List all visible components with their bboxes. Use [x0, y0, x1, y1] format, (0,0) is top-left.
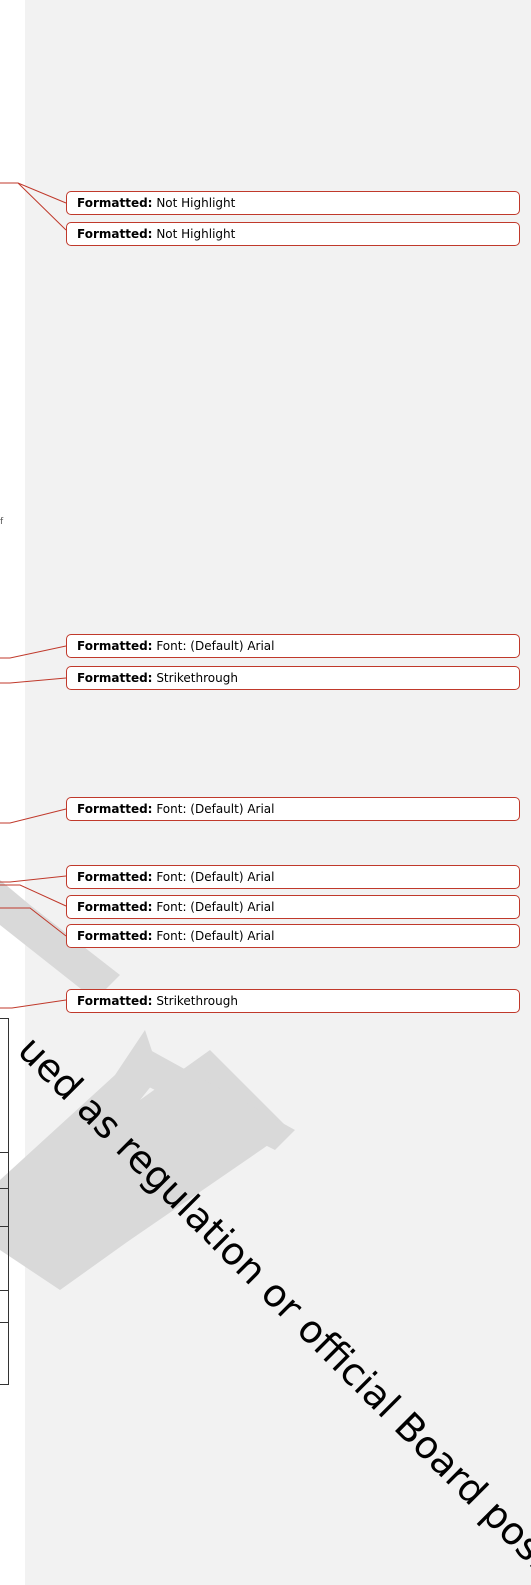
balloon-value: Not Highlight — [156, 227, 236, 241]
formatting-balloon[interactable]: Formatted: Font: (Default) Arial — [66, 865, 520, 889]
formatting-balloon[interactable]: Formatted: Strikethrough — [66, 989, 520, 1013]
formatting-balloon[interactable]: Formatted: Font: (Default) Arial — [66, 924, 520, 948]
table-row-line — [0, 1188, 9, 1189]
formatting-balloon[interactable]: Formatted: Font: (Default) Arial — [66, 634, 520, 658]
formatting-balloon[interactable]: Formatted: Strikethrough — [66, 666, 520, 690]
balloon-value: Font: (Default) Arial — [156, 900, 275, 914]
document-page-edge — [0, 0, 25, 1585]
balloon-label: Formatted: — [77, 994, 153, 1008]
balloon-label: Formatted: — [77, 227, 153, 241]
table-row-line — [0, 1384, 9, 1385]
balloon-value: Not Highlight — [156, 196, 236, 210]
balloon-label: Formatted: — [77, 196, 153, 210]
balloon-value: Font: (Default) Arial — [156, 802, 275, 816]
formatting-balloon[interactable]: Formatted: Font: (Default) Arial — [66, 895, 520, 919]
balloon-label: Formatted: — [77, 870, 153, 884]
balloon-label: Formatted: — [77, 929, 153, 943]
table-row-line — [0, 1152, 9, 1153]
balloon-label: Formatted: — [77, 639, 153, 653]
balloon-label: Formatted: — [77, 900, 153, 914]
table-border — [8, 1018, 9, 1384]
balloon-label: Formatted: — [77, 671, 153, 685]
body-text-fragment: f — [0, 517, 4, 527]
table-row-line — [0, 1226, 9, 1227]
balloon-value: Font: (Default) Arial — [156, 639, 275, 653]
balloon-value: Strikethrough — [156, 671, 238, 685]
balloon-value: Font: (Default) Arial — [156, 929, 275, 943]
formatting-balloon[interactable]: Formatted: Not Highlight — [66, 222, 520, 246]
balloon-value: Strikethrough — [156, 994, 238, 1008]
balloon-label: Formatted: — [77, 802, 153, 816]
formatting-balloon[interactable]: Formatted: Not Highlight — [66, 191, 520, 215]
formatting-balloon[interactable]: Formatted: Font: (Default) Arial — [66, 797, 520, 821]
table-row-line — [0, 1322, 9, 1323]
table-row-line — [0, 1290, 9, 1291]
balloon-value: Font: (Default) Arial — [156, 870, 275, 884]
table-row-line — [0, 1018, 9, 1019]
